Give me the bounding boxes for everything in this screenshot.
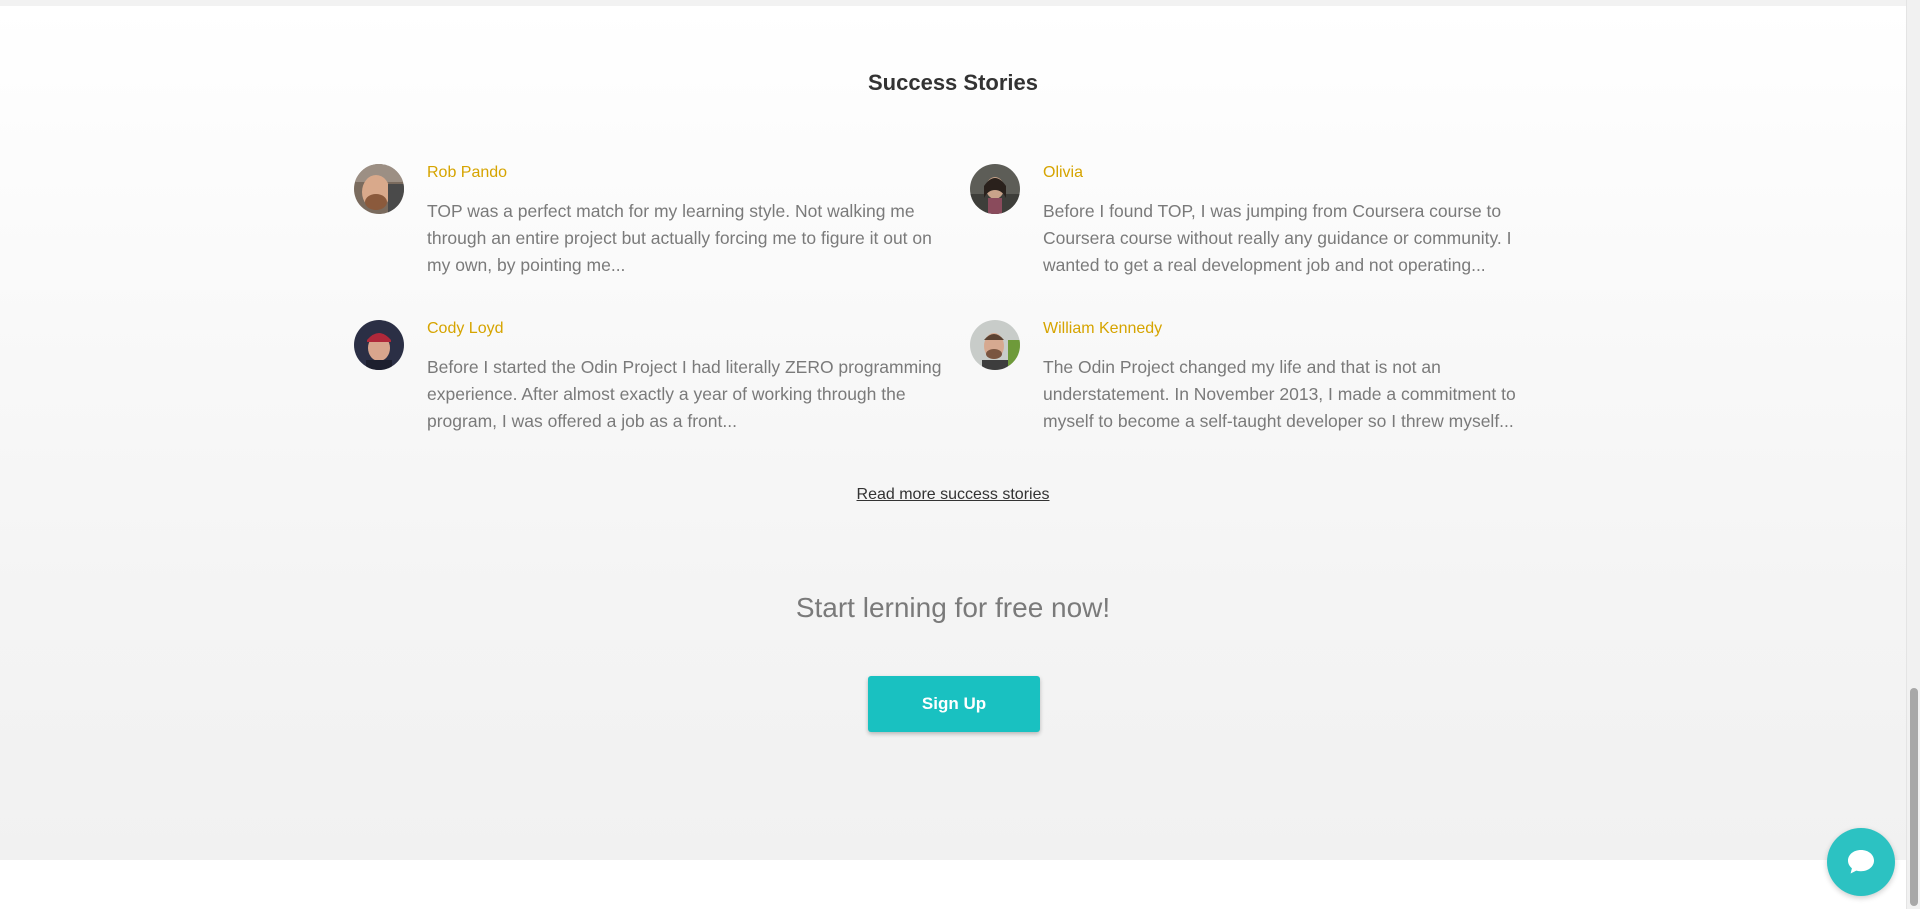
chat-button[interactable] — [1827, 828, 1895, 896]
story-author-name[interactable]: William Kennedy — [1043, 320, 1162, 338]
story-author-name[interactable]: Cody Loyd — [427, 320, 504, 338]
story-card: William Kennedy The Odin Project changed… — [970, 320, 1530, 440]
story-author-name[interactable]: Olivia — [1043, 164, 1083, 182]
section-title: Success Stories — [868, 70, 1038, 95]
story-card: Cody Loyd Before I started the Odin Proj… — [354, 320, 942, 440]
story-excerpt: TOP was a perfect match for my learning … — [427, 201, 932, 275]
scrollbar-thumb[interactable] — [1910, 688, 1918, 906]
story-author-name[interactable]: Rob Pando — [427, 164, 507, 182]
story-excerpt: Before I found TOP, I was jumping from C… — [1043, 201, 1512, 275]
chat-bubble-icon — [1848, 850, 1874, 874]
story-card: Olivia Before I found TOP, I was jumping… — [970, 164, 1530, 284]
avatar — [354, 164, 404, 214]
read-more-link[interactable]: Read more success stories — [857, 486, 1050, 503]
page: Success Stories Rob Pando TOP was a perf… — [0, 0, 1920, 909]
cta-heading: Start lerning for free now! — [795, 592, 1111, 623]
success-stories-section: Success Stories Rob Pando TOP was a perf… — [0, 6, 1906, 860]
read-more-container: Read more success stories — [0, 486, 1906, 504]
avatar — [354, 320, 404, 370]
story-card: Rob Pando TOP was a perfect match for my… — [354, 164, 932, 284]
sign-up-button[interactable]: Sign Up — [868, 676, 1040, 732]
story-excerpt: The Odin Project changed my life and tha… — [1043, 357, 1516, 431]
vertical-scrollbar[interactable] — [1906, 0, 1920, 909]
avatar — [970, 320, 1020, 370]
avatar — [970, 164, 1020, 214]
story-excerpt: Before I started the Odin Project I had … — [427, 357, 942, 431]
